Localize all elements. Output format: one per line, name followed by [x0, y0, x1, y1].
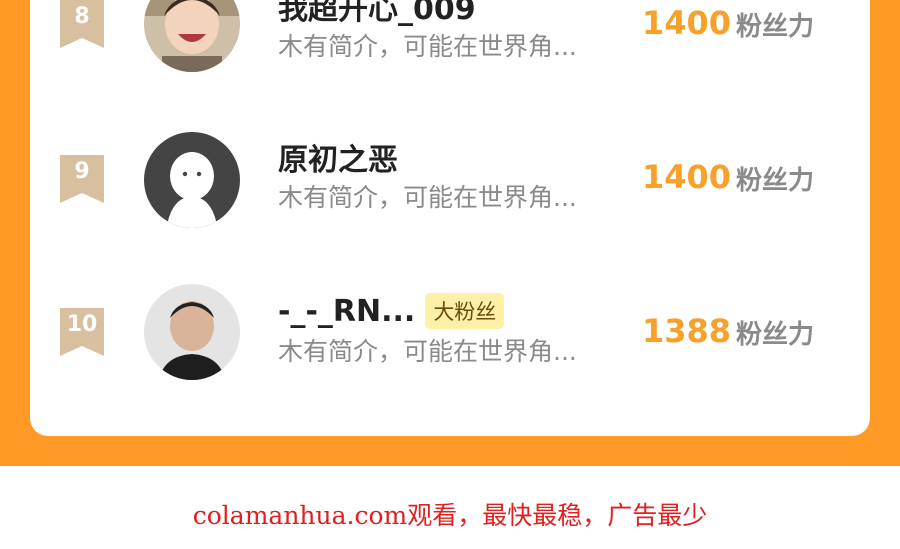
avatar[interactable]	[144, 0, 240, 72]
username[interactable]: -_-_RN...	[278, 294, 415, 329]
fan-ranking-card: 8 我超开心_009 木有简介，可能在世界角... 1400 粉丝力 9 原初之…	[30, 0, 870, 436]
fan-power-value: 1388	[642, 312, 732, 350]
fan-power-label: 粉丝力	[736, 166, 815, 196]
footer-text: colamanhua.com观看，最快最稳，广告最少	[192, 501, 708, 530]
rank-ribbon-icon: 9	[60, 155, 104, 203]
user-bio: 木有简介，可能在世界角...	[278, 337, 577, 366]
fan-power-value: 1400	[642, 4, 732, 42]
username[interactable]: 原初之恶	[278, 135, 398, 179]
ranking-row[interactable]: 8 我超开心_009 木有简介，可能在世界角... 1400 粉丝力	[30, 0, 870, 90]
fan-power-label: 粉丝力	[736, 12, 815, 42]
rank-number: 8	[74, 4, 90, 29]
rank-number: 10	[66, 312, 98, 337]
ranking-row[interactable]: 9 原初之恶 木有简介，可能在世界角... 1400 粉丝力	[30, 130, 870, 240]
username-group: 我超开心_009	[278, 0, 476, 28]
rank-number: 9	[74, 159, 90, 184]
username-group: -_-_RN... 大粉丝	[278, 291, 505, 331]
fan-power-value: 1400	[642, 158, 732, 196]
rank-ribbon-icon: 8	[60, 0, 104, 48]
user-bio: 木有简介，可能在世界角...	[278, 183, 577, 212]
username[interactable]: 我超开心_009	[278, 0, 476, 28]
ranking-row[interactable]: 10 -_-_RN... 大粉丝 木有简介，可能在世界角... 1388 粉丝力	[30, 284, 870, 394]
username-group: 原初之恶	[278, 135, 398, 179]
big-fan-badge: 大粉丝	[425, 293, 505, 329]
rank-ribbon-icon: 10	[60, 308, 104, 356]
user-bio: 木有简介，可能在世界角...	[278, 32, 577, 61]
avatar[interactable]	[144, 284, 240, 380]
fan-power-label: 粉丝力	[736, 320, 815, 350]
default-avatar-icon[interactable]	[144, 132, 240, 228]
